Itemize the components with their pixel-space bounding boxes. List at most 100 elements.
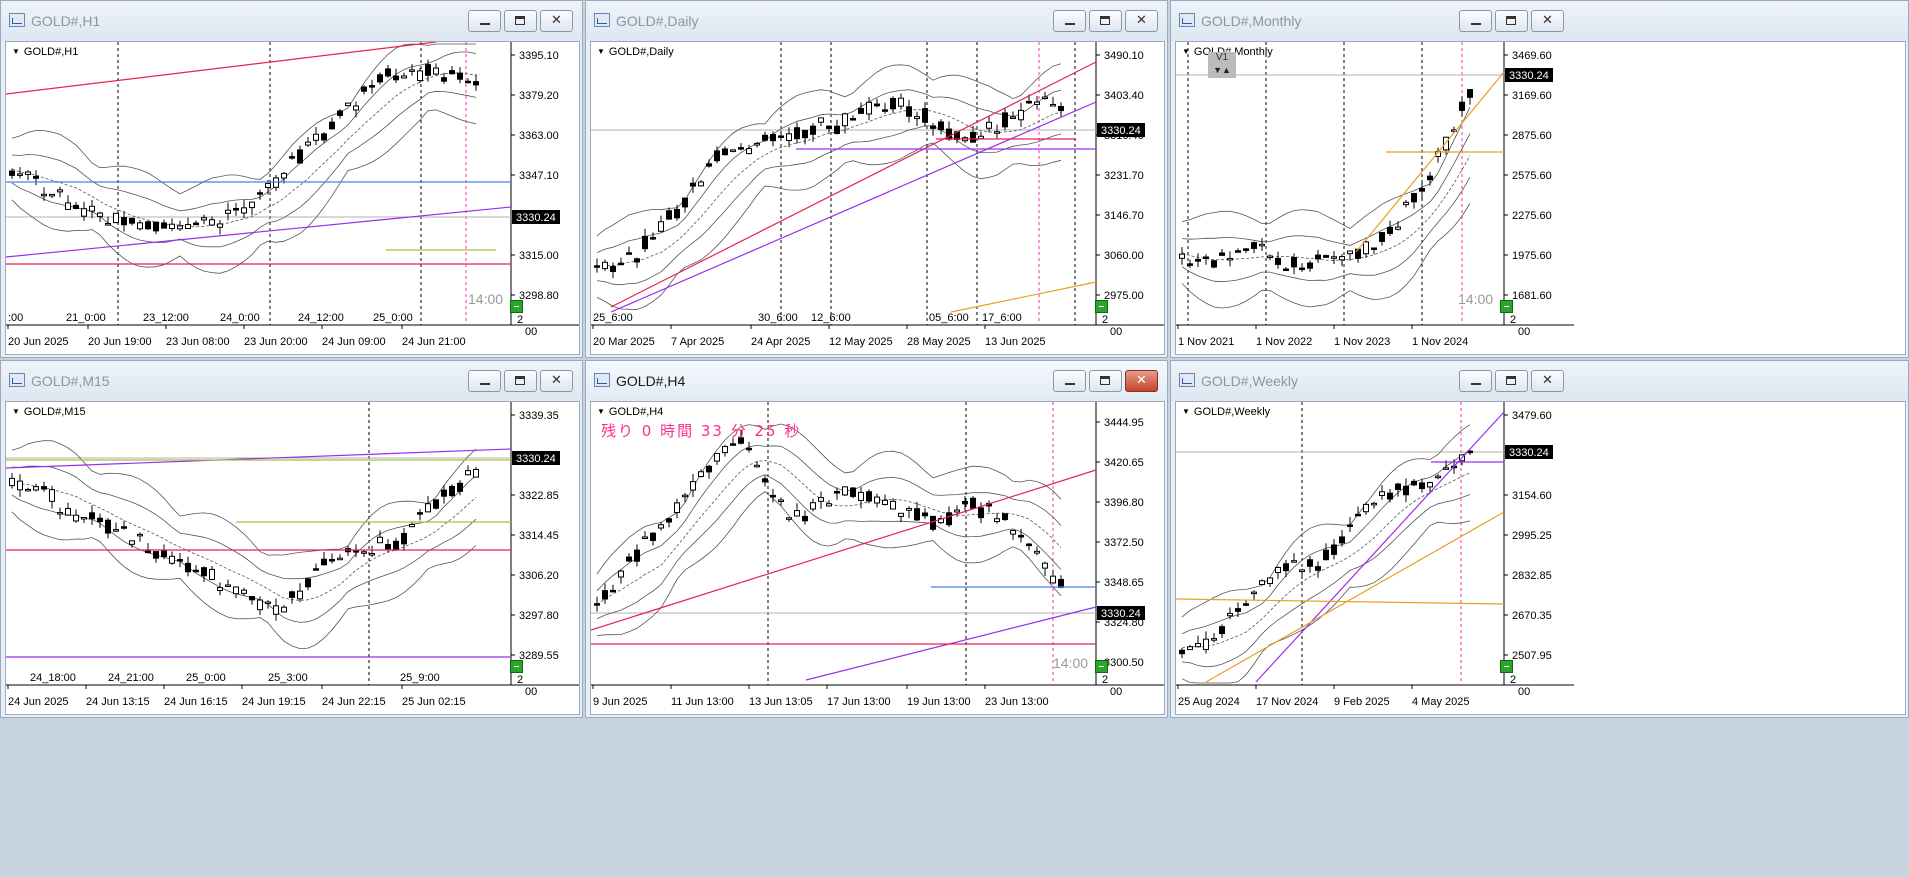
trade-signal-icon[interactable] — [1500, 660, 1513, 673]
candle-bull — [233, 586, 239, 595]
maximize-button[interactable] — [1495, 10, 1528, 32]
chart-canvas[interactable]: 3479.60 3154.60 2995.25 2832.85 2670.35 2507.… — [1176, 402, 1905, 714]
chart-canvas[interactable]: 3444.953420.653396.803372.503348.653324.… — [591, 402, 1164, 714]
window-titlebar[interactable]: GOLD#,Monthly — [1171, 1, 1908, 41]
candle-bear — [1355, 248, 1361, 259]
trade-signal-icon[interactable] — [1500, 300, 1513, 313]
maximize-button[interactable] — [1495, 370, 1528, 392]
maximize-button[interactable] — [504, 10, 537, 32]
price-tick-label: 2995.25 — [1512, 530, 1552, 542]
candle-bear — [762, 134, 768, 141]
period-separator-label: 25_3:00 — [268, 672, 308, 684]
minimize-button[interactable] — [1053, 10, 1086, 32]
candle-bull — [313, 133, 319, 141]
candle-bull — [898, 97, 904, 107]
window-titlebar[interactable]: GOLD#,Weekly — [1171, 361, 1908, 401]
indicator-window-mark: 2 — [517, 674, 523, 686]
sell-buy-arrows-icon[interactable]: ▼▲ — [1208, 64, 1236, 76]
candle-bear — [1323, 255, 1329, 258]
candle-bear — [1395, 483, 1401, 490]
window-titlebar[interactable]: GOLD#,H1 — [1, 1, 582, 41]
time-tick-label: 20 Mar 2025 — [593, 336, 655, 348]
price-tick-label: 3490.10 — [1104, 50, 1144, 62]
candle-bear — [722, 148, 728, 156]
candle-bull — [241, 589, 247, 594]
maximize-button[interactable] — [1089, 370, 1122, 392]
candle-bull — [65, 202, 71, 210]
close-button[interactable] — [540, 370, 573, 392]
close-button[interactable] — [1531, 370, 1564, 392]
bollinger-lower-band — [1181, 494, 1471, 668]
maximize-button[interactable] — [504, 370, 537, 392]
trade-signal-icon[interactable] — [1095, 300, 1108, 313]
chart-canvas[interactable]: 3339.35 3322.85 3314.45 3306.20 3297.80 3289.… — [6, 402, 579, 714]
trade-signal-icon[interactable] — [510, 660, 523, 673]
price-tick-label: 2575.60 — [1512, 170, 1552, 182]
candle-bear — [706, 163, 712, 167]
close-button[interactable] — [1125, 10, 1158, 32]
chart-canvas[interactable]: 3490.103403.403316.403231.703146.703060.… — [591, 42, 1164, 354]
candle-bear — [874, 103, 880, 107]
time-tick-label: 4 May 2025 — [1412, 696, 1469, 708]
window-titlebar[interactable]: GOLD#,M15 — [1, 361, 582, 401]
window-titlebar[interactable]: GOLD#,H4 — [586, 361, 1167, 401]
window-titlebar[interactable]: GOLD#,Daily — [586, 1, 1167, 41]
candle-bear — [970, 497, 976, 509]
bollinger-upper-band-2 — [1181, 107, 1471, 229]
chart-canvas[interactable]: 3469.60 3169.60 2875.60 2575.60 2275.60 1975.… — [1176, 42, 1905, 354]
minimize-button[interactable] — [1053, 370, 1086, 392]
minimize-button[interactable] — [468, 10, 501, 32]
minimize-button[interactable] — [468, 370, 501, 392]
candle-bear — [177, 559, 183, 562]
price-tick-label: 3315.00 — [519, 250, 559, 262]
close-button[interactable] — [540, 10, 573, 32]
chart-window-h4[interactable]: GOLD#,H4 3444.95 3420.65 3396.80 3372.50 334… — [585, 360, 1168, 718]
chart-window-monthly[interactable]: GOLD#,Monthly 3469.60 3169.60 2875.60 2575.… — [1170, 0, 1909, 358]
time-tick-label: 7 Apr 2025 — [671, 336, 724, 348]
chart-window-h1[interactable]: GOLD#,H1 3395.10 3379.20 3363.00 3347.10 331… — [0, 0, 583, 358]
time-tick-label: 1 Nov 2024 — [1412, 336, 1468, 348]
window-title: GOLD#,Monthly — [1201, 13, 1302, 29]
trade-signal-icon[interactable] — [1095, 660, 1108, 673]
chart-area[interactable]: 3469.60 3169.60 2875.60 2575.60 2275.60 1975.… — [1175, 41, 1906, 355]
chart-area[interactable]: 3490.103403.403316.403231.703146.703060.… — [590, 41, 1165, 355]
one-click-trading-panel[interactable]: V1 ▼▲ — [1208, 52, 1236, 78]
candle-bear — [441, 489, 447, 497]
candle-bull — [1227, 612, 1233, 617]
bollinger-lower-band — [11, 494, 477, 623]
candle-bear — [153, 221, 159, 232]
close-button[interactable] — [1125, 370, 1158, 392]
price-tick-label: 3306.20 — [519, 570, 559, 582]
v1-label: V1 — [1215, 52, 1229, 63]
maximize-button[interactable] — [1089, 10, 1122, 32]
minimize-button[interactable] — [1459, 370, 1492, 392]
price-tick-label: 3169.60 — [1512, 90, 1552, 102]
candle-bear — [1018, 534, 1024, 538]
chart-area[interactable]: 3479.60 3154.60 2995.25 2832.85 2670.35 2507.… — [1175, 401, 1906, 715]
candle-bear — [946, 512, 952, 526]
candle-bear — [329, 121, 335, 130]
candle-bear — [313, 568, 319, 571]
close-button[interactable] — [1531, 10, 1564, 32]
chart-window-daily[interactable]: GOLD#,Daily 3490.103403.403316.403231.70… — [585, 0, 1168, 358]
chart-canvas[interactable]: 3395.10 3379.20 3363.00 3347.10 3315.00 3298.… — [6, 42, 579, 354]
candle-bear — [866, 491, 872, 502]
candle-bull — [1363, 241, 1369, 255]
candle-bear — [161, 222, 167, 229]
chart-window-weekly[interactable]: GOLD#,Weekly 3479.60 3154.60 2995.25 2832.8… — [1170, 360, 1909, 718]
time-tick-label: 23 Jun 13:00 — [985, 696, 1049, 708]
trade-signal-icon[interactable] — [510, 300, 523, 313]
price-tick-label: 3347.10 — [519, 170, 559, 182]
candle-bear — [1058, 578, 1064, 588]
chart-area[interactable]: 3444.95 3420.65 3396.80 3372.50 3348.65 3324.… — [590, 401, 1165, 715]
candle-bull — [89, 205, 95, 212]
bollinger-lower-band-2 — [11, 109, 477, 274]
chart-area[interactable]: 3395.10 3379.20 3363.00 3347.10 3315.00 3298.… — [5, 41, 580, 355]
candle-bear — [249, 596, 255, 601]
timeframe-overlay-label: 14:00 — [468, 291, 503, 307]
chart-area[interactable]: 3339.35 3322.85 3314.45 3306.20 3297.80 3289.… — [5, 401, 580, 715]
chart-window-m15[interactable]: GOLD#,M15 3339.35 3322.85 3314.45 3306.20 32… — [0, 360, 583, 718]
candle-bear — [626, 252, 632, 255]
minimize-button[interactable] — [1459, 10, 1492, 32]
chart-window-icon — [9, 13, 25, 27]
